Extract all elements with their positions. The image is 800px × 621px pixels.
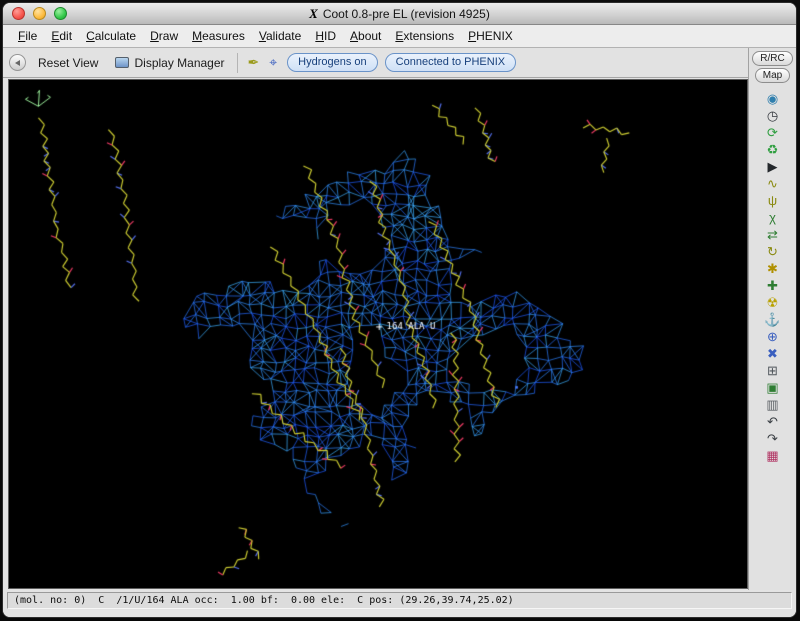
redo-icon[interactable]: ↷ <box>760 430 786 447</box>
menu-hid[interactable]: HID <box>308 26 343 46</box>
refine-sphere-icon[interactable]: ◉ <box>760 90 786 107</box>
menu-edit[interactable]: Edit <box>44 26 79 46</box>
menu-extensions[interactable]: Extensions <box>388 26 461 46</box>
radioactive-icon[interactable]: ☢ <box>760 294 786 311</box>
window-title: Coot 0.8-pre EL (revision 4925) <box>323 7 490 21</box>
chi-angles-icon[interactable]: χ <box>760 209 786 226</box>
reset-view-button[interactable]: Reset View <box>33 53 103 73</box>
go-to-atom-icon[interactable]: ⌖ <box>266 54 280 71</box>
menu-validate[interactable]: Validate <box>252 26 309 46</box>
recycle-icon[interactable]: ♻ <box>760 141 786 158</box>
title-wrap: X Coot 0.8-pre EL (revision 4925) <box>309 6 490 22</box>
left-column: Reset View Display Manager ✒ ⌖ Hydrogens… <box>3 48 748 590</box>
mutate-icon[interactable]: ✱ <box>760 260 786 277</box>
zoom-button[interactable] <box>54 7 67 20</box>
green-box-icon[interactable]: ▣ <box>760 379 786 396</box>
map-button[interactable]: Map <box>755 68 790 83</box>
x11-icon: X <box>309 6 318 22</box>
key-icon[interactable]: ✒ <box>245 54 263 71</box>
toolbar-icon-group: ✒ ⌖ <box>245 54 281 71</box>
cycle-arrows-icon[interactable]: ⟳ <box>760 124 786 141</box>
anchor-icon[interactable]: ⚓ <box>760 311 786 328</box>
menu-file[interactable]: File <box>11 26 44 46</box>
gl-viewport-frame <box>8 79 748 589</box>
menu-calculate[interactable]: Calculate <box>79 26 143 46</box>
trash-icon[interactable]: ▥ <box>760 396 786 413</box>
axes-cross-icon[interactable]: ⊕ <box>760 328 786 345</box>
menu-phenix[interactable]: PHENIX <box>461 26 520 46</box>
rotamer-icon[interactable]: ψ <box>760 192 786 209</box>
add-residue-icon[interactable]: ✚ <box>760 277 786 294</box>
undo-icon[interactable]: ↶ <box>760 413 786 430</box>
torsion-icon[interactable]: ↻ <box>760 243 786 260</box>
rgb-display-icon[interactable]: ▦ <box>760 447 786 464</box>
play-icon[interactable]: ▶ <box>760 158 786 175</box>
middle-row: Reset View Display Manager ✒ ⌖ Hydrogens… <box>3 48 796 590</box>
status-text: (mol. no: 0) C /1/U/164 ALA occ: 1.00 bf… <box>7 592 792 609</box>
model-tools-column: ◉ ◷ ⟳ ♻ ▶ ∿ ψ χ <box>760 90 786 464</box>
toolbar-separator <box>237 53 238 73</box>
display-manager-icon <box>115 57 129 68</box>
menu-draw[interactable]: Draw <box>143 26 185 46</box>
menu-measures[interactable]: Measures <box>185 26 252 46</box>
sine-chain-icon[interactable]: ∿ <box>760 175 786 192</box>
statusbar: (mol. no: 0) C /1/U/164 ALA occ: 1.00 bf… <box>3 590 796 617</box>
clock-icon[interactable]: ◷ <box>760 107 786 124</box>
desktop: X Coot 0.8-pre EL (revision 4925) File E… <box>0 0 800 621</box>
display-manager-button[interactable]: Display Manager <box>110 53 229 73</box>
phenix-connection-button[interactable]: Connected to PHENIX <box>385 53 516 72</box>
swap-arrows-icon[interactable]: ⇄ <box>760 226 786 243</box>
titlebar[interactable]: X Coot 0.8-pre EL (revision 4925) <box>3 3 796 25</box>
menubar: File Edit Calculate Draw Measures Valida… <box>3 25 796 48</box>
display-manager-label: Display Manager <box>134 56 224 70</box>
left-arrow-icon <box>15 60 20 66</box>
minimize-button[interactable] <box>33 7 46 20</box>
molecular-viewport[interactable] <box>9 80 745 586</box>
toolbar-collapse-button[interactable] <box>9 54 26 71</box>
toolbar: Reset View Display Manager ✒ ⌖ Hydrogens… <box>3 48 748 78</box>
close-button[interactable] <box>12 7 25 20</box>
close-cross-icon[interactable]: ✖ <box>760 345 786 362</box>
right-toolbar-panel: R/RC Map ◉ ◷ ⟳ ♻ ▶ ∿ <box>748 48 796 590</box>
plus-box-icon[interactable]: ⊞ <box>760 362 786 379</box>
menu-about[interactable]: About <box>343 26 388 46</box>
rrc-button[interactable]: R/RC <box>752 51 792 66</box>
traffic-lights <box>12 7 67 20</box>
hydrogens-toggle-button[interactable]: Hydrogens on <box>287 53 378 72</box>
coot-window: X Coot 0.8-pre EL (revision 4925) File E… <box>2 2 797 618</box>
